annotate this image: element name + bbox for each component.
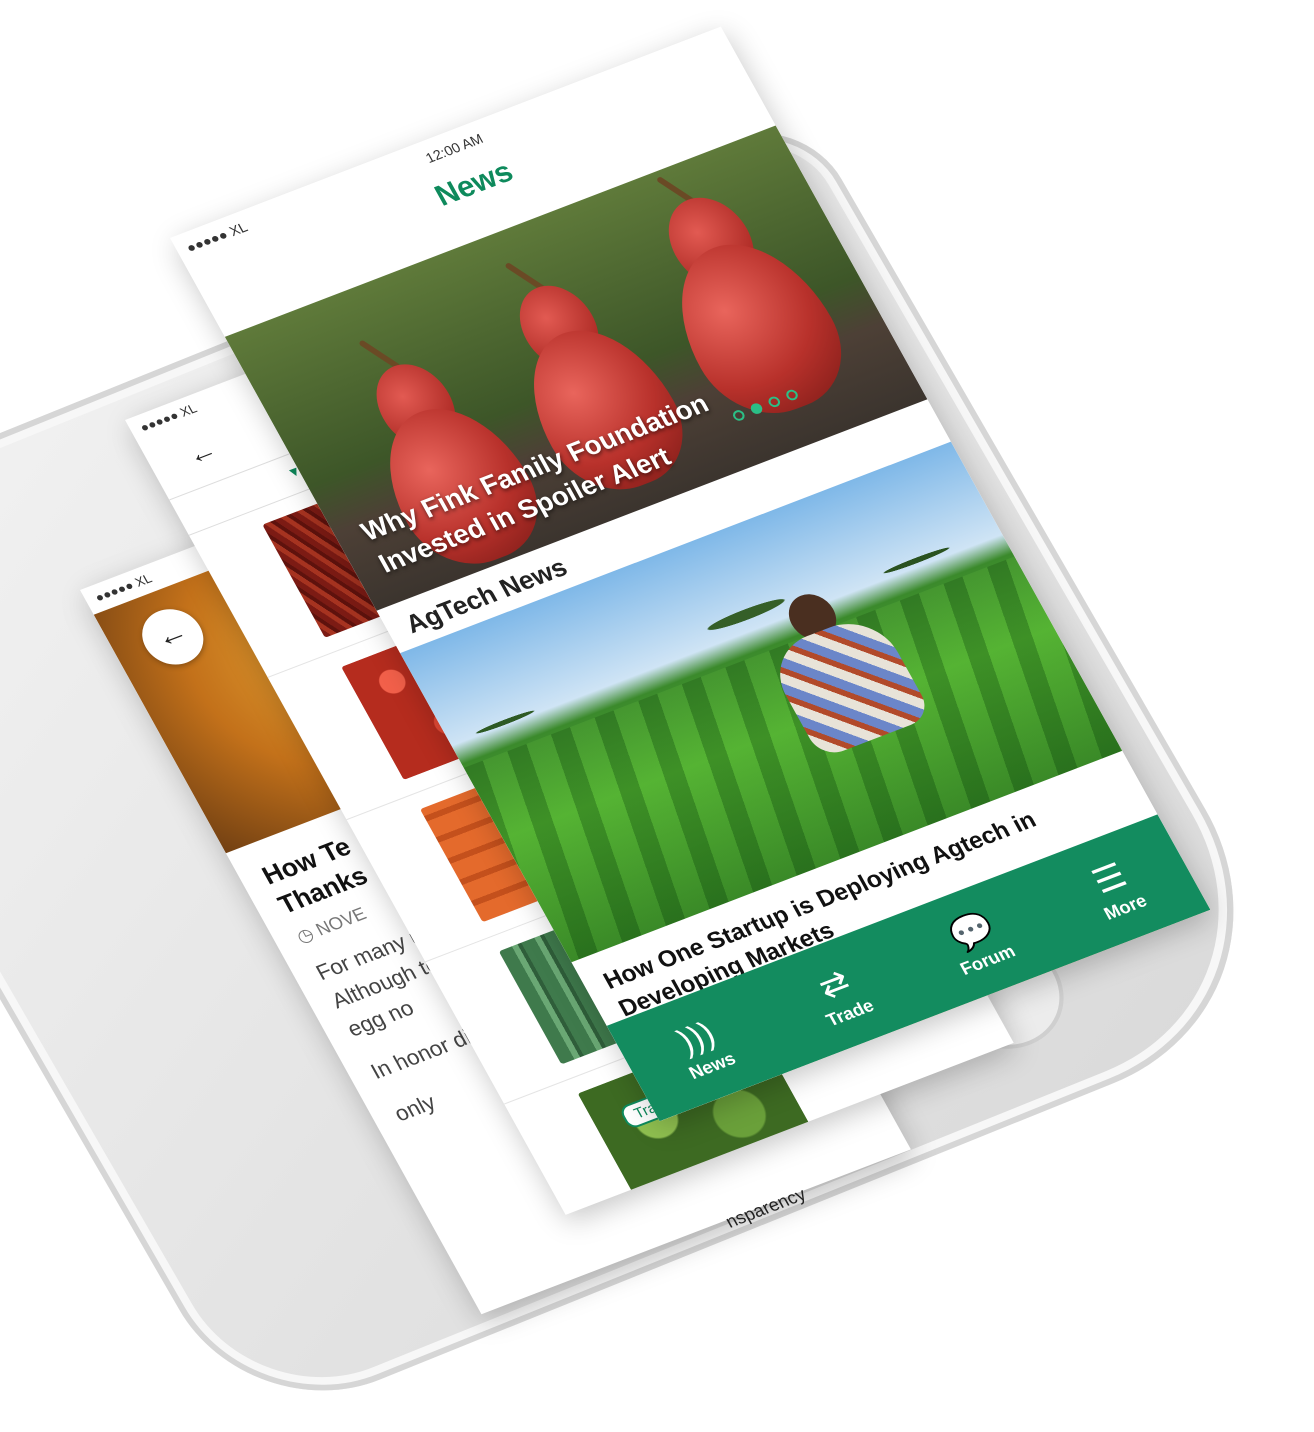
back-arrow-icon[interactable]: ← xyxy=(131,600,215,673)
tab-trade[interactable]: ⇄ Trade xyxy=(768,945,911,1044)
tab-forum[interactable]: 💬 Forum xyxy=(906,892,1049,991)
tab-news[interactable]: ))) News xyxy=(631,998,774,1097)
back-arrow-icon[interactable]: ← xyxy=(181,433,223,471)
tab-more[interactable]: ☰ More xyxy=(1044,839,1187,938)
